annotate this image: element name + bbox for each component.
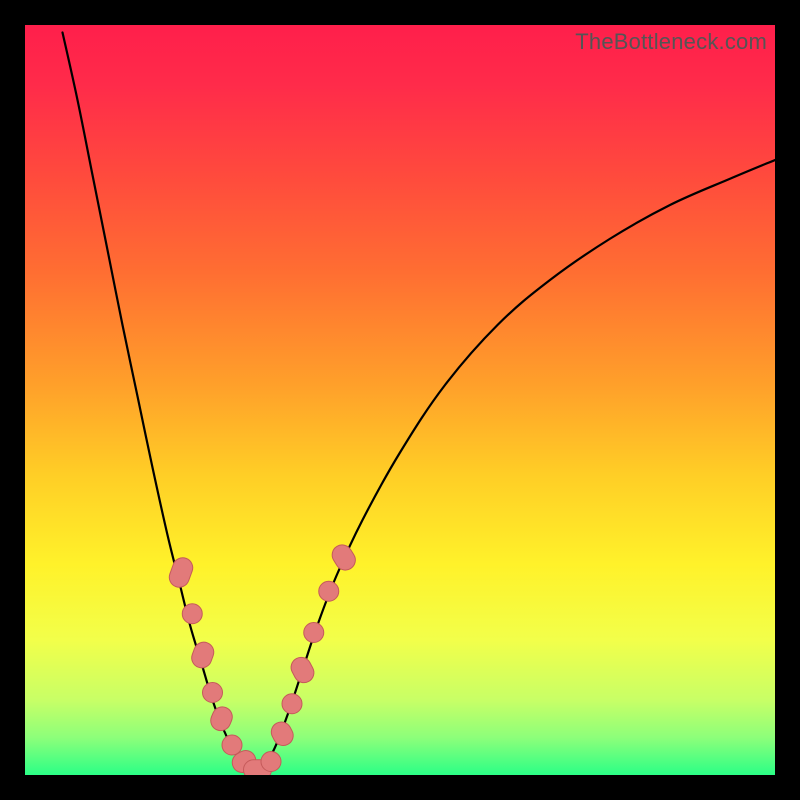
marker-circle bbox=[222, 735, 242, 755]
plot-area: TheBottleneck.com bbox=[25, 25, 775, 775]
marker-circle bbox=[304, 623, 324, 643]
chart-svg bbox=[25, 25, 775, 775]
marker-circle bbox=[203, 683, 223, 703]
watermark-text: TheBottleneck.com bbox=[575, 29, 767, 55]
marker-circle bbox=[182, 604, 202, 624]
chart-frame: TheBottleneck.com bbox=[0, 0, 800, 800]
marker-circle bbox=[319, 581, 339, 601]
marker-circle bbox=[282, 694, 302, 714]
marker-circle bbox=[261, 752, 281, 772]
